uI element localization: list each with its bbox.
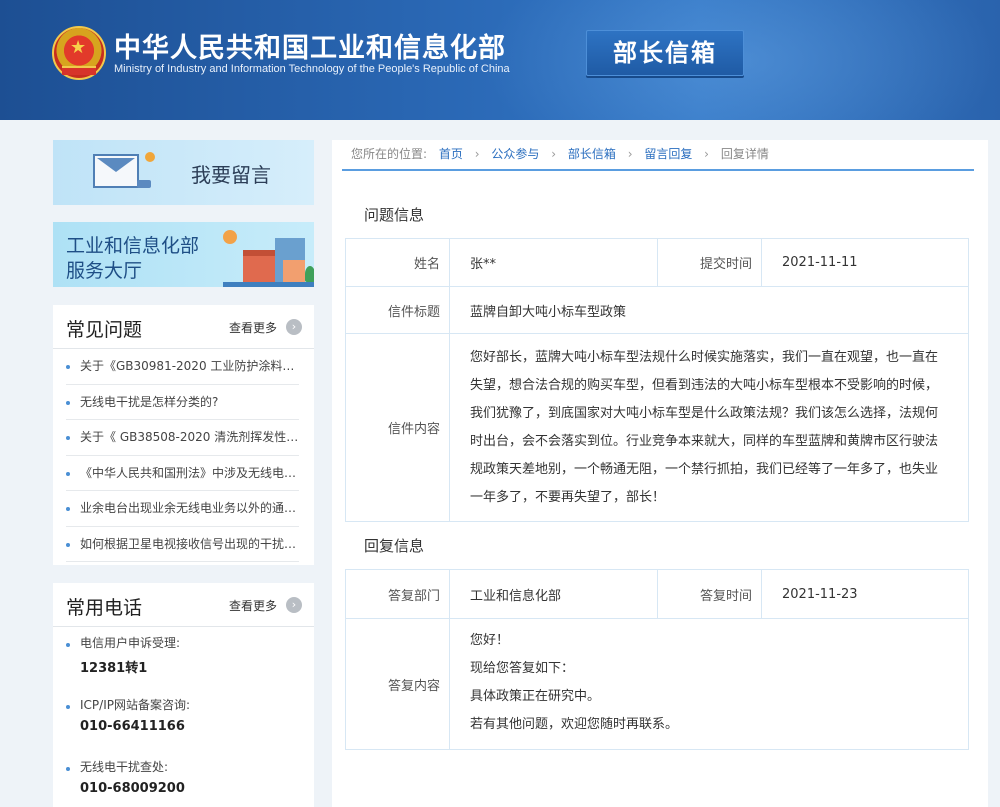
service-hall-line2: 服务大厅 xyxy=(66,260,143,282)
phone-number: 010-66411166 xyxy=(80,719,185,734)
faq-title: 常见问题 xyxy=(66,319,143,341)
name-label: 姓名 xyxy=(345,238,450,287)
phones-more-link[interactable]: 查看更多 xyxy=(229,597,277,614)
name-value: 张** xyxy=(449,238,658,287)
content-label: 信件内容 xyxy=(345,333,450,522)
faq-item[interactable]: 《中华人民共和国刑法》中涉及无线电管理的条款 xyxy=(66,456,299,491)
faq-list: 关于《GB30981-2020 工业防护涂料中有害物质限量》的问题 无线电干扰是… xyxy=(53,349,314,562)
subject-value: 蓝牌自卸大吨小标车型政策 xyxy=(449,286,969,334)
decor-bar xyxy=(137,180,151,188)
reply-section-title: 回复信息 xyxy=(364,537,425,555)
phone-number: 010-68009200 xyxy=(80,781,185,796)
envelope-icon xyxy=(93,154,139,188)
breadcrumb-current: 回复详情 xyxy=(720,147,769,161)
faq-item[interactable]: 无线电干扰是怎样分类的? xyxy=(66,385,299,420)
question-table: 姓名 张** 提交时间 2021-11-11 信件标题 蓝牌自卸大吨小标车型政策… xyxy=(345,238,969,522)
faq-item[interactable]: 业余电台出现业余无线电业务以外的通信如何处理 xyxy=(66,491,299,527)
national-emblem-icon: ★ xyxy=(52,26,106,80)
faq-panel: 常见问题 查看更多 › 关于《GB30981-2020 工业防护涂料中有害物质限… xyxy=(53,305,314,565)
breadcrumb-mailbox[interactable]: 部长信箱 xyxy=(568,147,616,161)
phones-panel: 常用电话 查看更多 › 电信用户申诉受理: 12381转1 ICP/IP网站备案… xyxy=(53,583,314,807)
breadcrumb-separator: › xyxy=(627,147,633,161)
faq-item[interactable]: 关于《GB30981-2020 工业防护涂料中有害物质限量》的问题 xyxy=(66,349,299,385)
question-section-title: 问题信息 xyxy=(364,206,425,224)
phones-panel-header: 常用电话 查看更多 › xyxy=(53,583,314,627)
building-icon xyxy=(283,260,305,284)
reply-line: 现给您答复如下： xyxy=(470,661,575,676)
submit-time-label: 提交时间 xyxy=(657,238,762,287)
chevron-right-icon[interactable]: › xyxy=(286,319,302,335)
mailbox-badge[interactable]: 部长信箱 xyxy=(586,30,744,76)
reply-line: 您好！ xyxy=(470,633,510,648)
breadcrumb: 您所在的位置: 首页 › 公众参与 › 部长信箱 › 留言回复 › 回复详情 xyxy=(342,140,974,171)
faq-panel-header: 常见问题 查看更多 › xyxy=(53,305,314,349)
service-hall-line1: 工业和信息化部 xyxy=(66,235,200,257)
breadcrumb-public[interactable]: 公众参与 xyxy=(491,147,539,161)
phone-number: 12381转1 xyxy=(80,661,148,676)
subject-label: 信件标题 xyxy=(345,286,450,334)
phone-item: 电信用户申诉受理: 12381转1 xyxy=(66,631,301,693)
phone-label: 无线电干扰查处: xyxy=(80,760,169,774)
letter-content: 您好部长，蓝牌大吨小标车型法规什么时候实施落实，我们一直在观望，也一直在失望，想… xyxy=(449,333,969,522)
main-content: 您所在的位置: 首页 › 公众参与 › 部长信箱 › 留言回复 › 回复详情 问… xyxy=(332,140,988,807)
chevron-right-icon[interactable]: › xyxy=(286,597,302,613)
reply-line: 若有其他问题，欢迎您随时再联系。 xyxy=(470,717,679,732)
reply-content-label: 答复内容 xyxy=(345,618,450,750)
breadcrumb-separator: › xyxy=(704,147,709,161)
site-title[interactable]: 中华人民共和国工业和信息化部 xyxy=(114,26,506,65)
breadcrumb-separator: › xyxy=(551,147,557,161)
reply-table: 答复部门 工业和信息化部 答复时间 2021-11-23 答复内容 您好！ 现给… xyxy=(345,569,969,750)
service-hall-banner[interactable]: 工业和信息化部 服务大厅 xyxy=(53,222,314,287)
sun-icon xyxy=(223,230,237,244)
ground-line xyxy=(223,282,314,287)
phones-title: 常用电话 xyxy=(66,597,143,619)
dept-label: 答复部门 xyxy=(345,569,450,619)
phone-item: ICP/IP网站备案咨询: 010-66411166 xyxy=(66,693,301,755)
dept-value: 工业和信息化部 xyxy=(449,569,658,619)
phone-list: 电信用户申诉受理: 12381转1 ICP/IP网站备案咨询: 010-6641… xyxy=(53,627,314,807)
faq-item[interactable]: 如何根据卫星电视接收信号出现的干扰判断干扰源 xyxy=(66,527,299,562)
phone-label: 电信用户申诉受理: xyxy=(80,636,181,650)
reply-line: 具体政策正在研究中。 xyxy=(470,689,601,704)
reply-time-label: 答复时间 xyxy=(657,569,762,619)
reply-content: 您好！ 现给您答复如下： 具体政策正在研究中。 若有其他问题，欢迎您随时再联系。 xyxy=(449,618,969,750)
decor-dot xyxy=(145,152,155,162)
leave-message-label: 我要留言 xyxy=(191,163,271,187)
breadcrumb-replies[interactable]: 留言回复 xyxy=(644,147,692,161)
site-header: ★ 中华人民共和国工业和信息化部 Ministry of Industry an… xyxy=(0,0,1000,120)
submit-time-value: 2021-11-11 xyxy=(761,238,969,287)
breadcrumb-home[interactable]: 首页 xyxy=(439,147,463,161)
reply-time-value: 2021-11-23 xyxy=(761,569,969,619)
building-icon xyxy=(243,250,275,284)
site-subtitle: Ministry of Industry and Information Tec… xyxy=(114,63,510,75)
breadcrumb-lead: 您所在的位置: xyxy=(351,147,428,161)
phone-item: 无线电干扰查处: 010-68009200 xyxy=(66,755,301,807)
faq-more-link[interactable]: 查看更多 xyxy=(229,319,277,336)
tree-icon xyxy=(305,266,314,282)
phone-label: ICP/IP网站备案咨询: xyxy=(80,698,191,712)
faq-item[interactable]: 关于《 GB38508-2020 清洗剂挥发性有机化合物含量限值》的问题 xyxy=(66,420,299,456)
breadcrumb-separator: › xyxy=(474,147,480,161)
leave-message-banner[interactable]: 我要留言 xyxy=(53,140,314,205)
